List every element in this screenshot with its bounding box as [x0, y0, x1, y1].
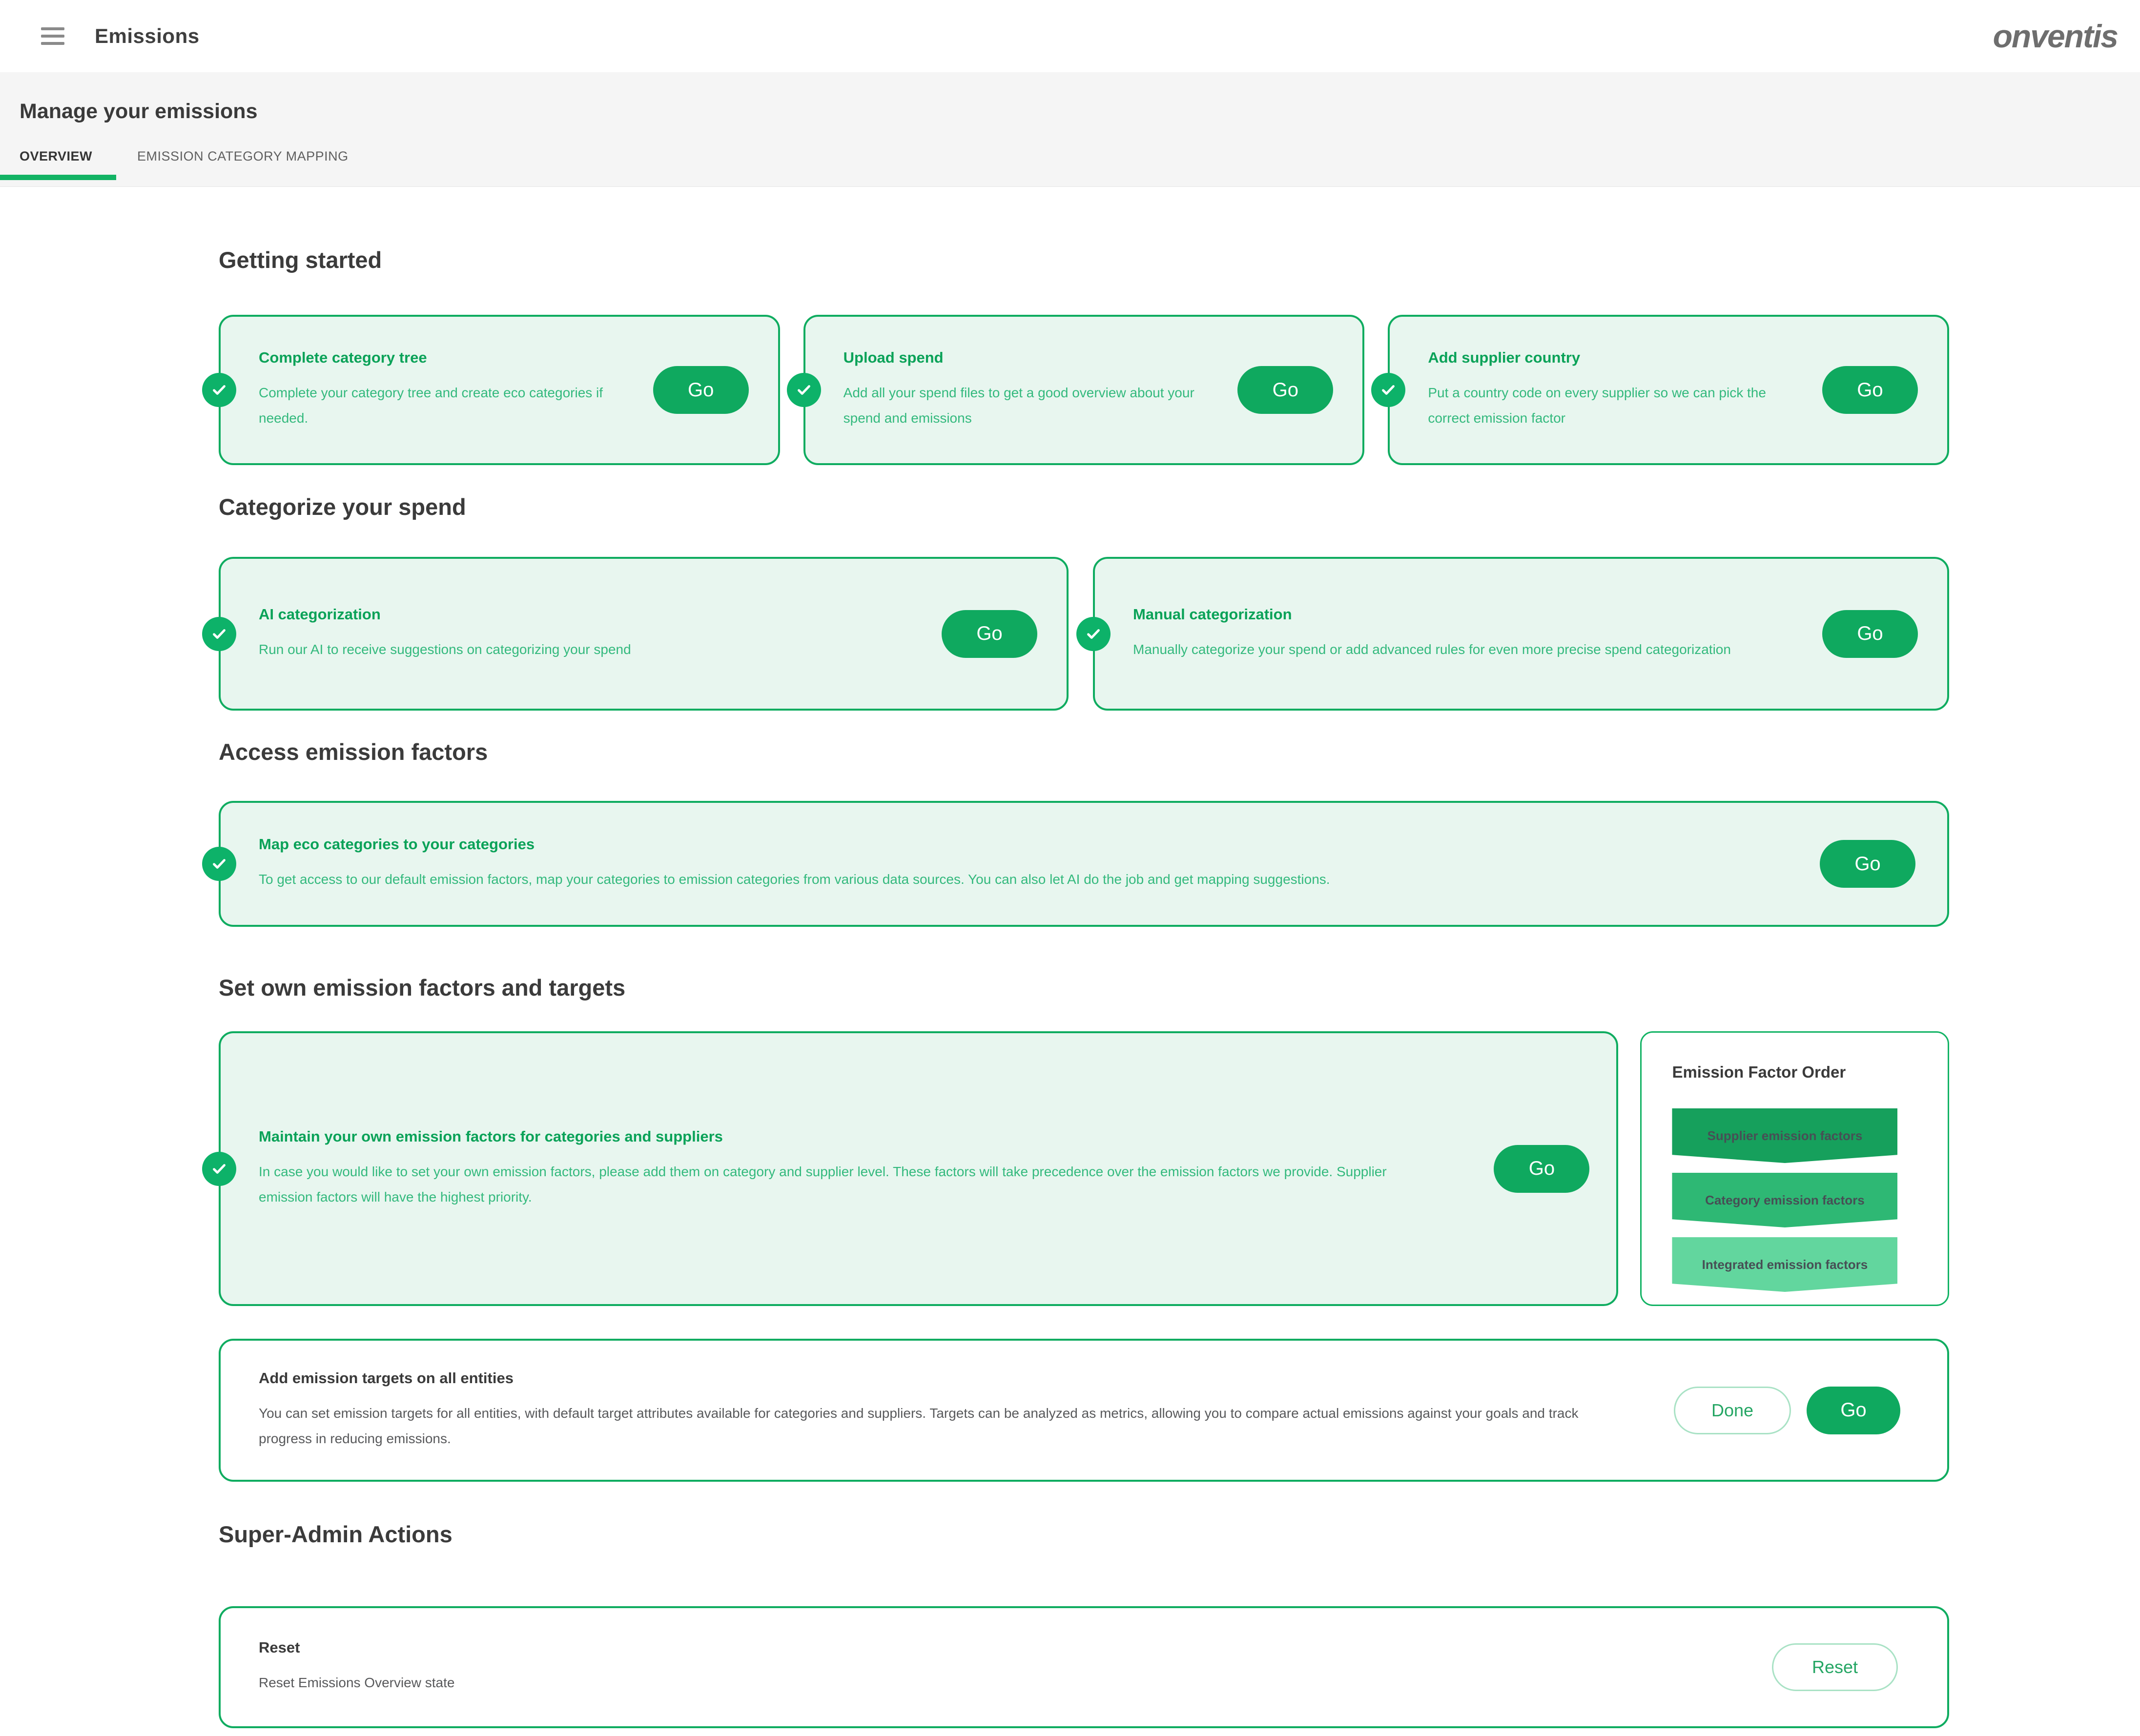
card-description: Run our AI to receive suggestions on cat… [259, 637, 925, 662]
go-button-maintain-own-factors[interactable]: Go [1494, 1145, 1589, 1193]
card-description: Reset Emissions Overview state [259, 1670, 1703, 1695]
hamburger-menu-icon[interactable] [41, 27, 64, 45]
top-bar: Emissions onventis [0, 0, 2140, 72]
check-circle-icon [202, 617, 236, 651]
card-add-supplier-country: Add supplier country Put a country code … [1388, 315, 1949, 465]
card-title: AI categorization [259, 606, 925, 623]
card-description: Complete your category tree and create e… [259, 380, 637, 431]
go-button-ai-categorization[interactable]: Go [942, 610, 1037, 658]
panel-title: Emission Factor Order [1672, 1063, 1948, 1082]
factor-order-item-supplier: Supplier emission factors [1672, 1108, 1897, 1163]
card-description: Manually categorize your spend or add ad… [1133, 637, 1806, 662]
emission-targets-row: Add emission targets on all entities You… [219, 1339, 1949, 1482]
card-description: You can set emission targets for all ent… [259, 1401, 1625, 1451]
getting-started-cards: Complete category tree Complete your cat… [219, 315, 1949, 465]
categorize-cards: AI categorization Run our AI to receive … [219, 557, 1949, 711]
card-add-emission-targets: Add emission targets on all entities You… [219, 1339, 1949, 1482]
check-circle-icon [1371, 373, 1405, 407]
card-description: In case you would like to set your own e… [259, 1159, 1401, 1210]
go-button-upload-spend[interactable]: Go [1237, 366, 1333, 414]
factor-order-item-integrated: Integrated emission factors [1672, 1237, 1897, 1292]
tab-bar: OVERVIEW EMISSION CATEGORY MAPPING [20, 149, 2120, 180]
onventis-logo: onventis [1993, 18, 2118, 55]
app-title: Emissions [95, 24, 200, 48]
emission-factor-order-panel: Emission Factor Order Supplier emission … [1640, 1031, 1949, 1306]
reset-button[interactable]: Reset [1772, 1643, 1898, 1691]
tab-overview[interactable]: OVERVIEW [20, 149, 92, 180]
card-description: To get access to our default emission fa… [259, 867, 1786, 892]
section-heading-getting-started: Getting started [219, 246, 1949, 274]
check-circle-icon [1076, 617, 1111, 651]
go-button-manual-categorization[interactable]: Go [1822, 610, 1918, 658]
section-heading-categorize: Categorize your spend [219, 493, 1949, 521]
tab-emission-category-mapping[interactable]: EMISSION CATEGORY MAPPING [137, 149, 349, 180]
card-maintain-own-emission-factors: Maintain your own emission factors for c… [219, 1031, 1618, 1306]
check-circle-icon [202, 1152, 236, 1186]
card-manual-categorization: Manual categorization Manually categoriz… [1093, 557, 1949, 711]
card-title: Map eco categories to your categories [259, 836, 1786, 853]
section-heading-super-admin: Super-Admin Actions [219, 1521, 1949, 1548]
section-heading-set-own-factors: Set own emission factors and targets [219, 974, 1949, 1001]
card-ai-categorization: AI categorization Run our AI to receive … [219, 557, 1069, 711]
card-reset: Reset Reset Emissions Overview state Res… [219, 1606, 1949, 1728]
main-content: Getting started Complete category tree C… [0, 246, 2140, 1728]
go-button-complete-category-tree[interactable]: Go [653, 366, 749, 414]
go-button-add-supplier-country[interactable]: Go [1822, 366, 1918, 414]
card-description: Add all your spend files to get a good o… [844, 380, 1221, 431]
page-header: Manage your emissions OVERVIEW EMISSION … [0, 72, 2140, 187]
card-upload-spend: Upload spend Add all your spend files to… [803, 315, 1365, 465]
set-own-factors-row: Maintain your own emission factors for c… [219, 1031, 1949, 1306]
card-title: Upload spend [844, 349, 1221, 367]
card-title: Add emission targets on all entities [259, 1369, 1625, 1387]
check-circle-icon [787, 373, 821, 407]
card-title: Complete category tree [259, 349, 637, 367]
card-title: Maintain your own emission factors for c… [259, 1128, 1401, 1145]
factor-order-item-category: Category emission factors [1672, 1173, 1897, 1227]
factor-order-list: Supplier emission factors Category emiss… [1672, 1108, 1897, 1292]
access-emission-factors-row: Map eco categories to your categories To… [219, 801, 1949, 927]
card-map-eco-categories: Map eco categories to your categories To… [219, 801, 1949, 927]
section-heading-access-emission-factors: Access emission factors [219, 738, 1949, 766]
card-title: Add supplier country [1428, 349, 1806, 367]
go-button-emission-targets[interactable]: Go [1807, 1387, 1900, 1434]
page-title: Manage your emissions [20, 100, 2120, 123]
card-title: Manual categorization [1133, 606, 1806, 623]
card-complete-category-tree: Complete category tree Complete your cat… [219, 315, 780, 465]
super-admin-row: Reset Reset Emissions Overview state Res… [219, 1606, 1949, 1728]
card-description: Put a country code on every supplier so … [1428, 380, 1806, 431]
check-circle-icon [202, 373, 236, 407]
go-button-map-eco-categories[interactable]: Go [1820, 840, 1915, 888]
check-circle-icon [202, 847, 236, 881]
done-button[interactable]: Done [1674, 1387, 1791, 1434]
card-title: Reset [259, 1639, 1703, 1656]
